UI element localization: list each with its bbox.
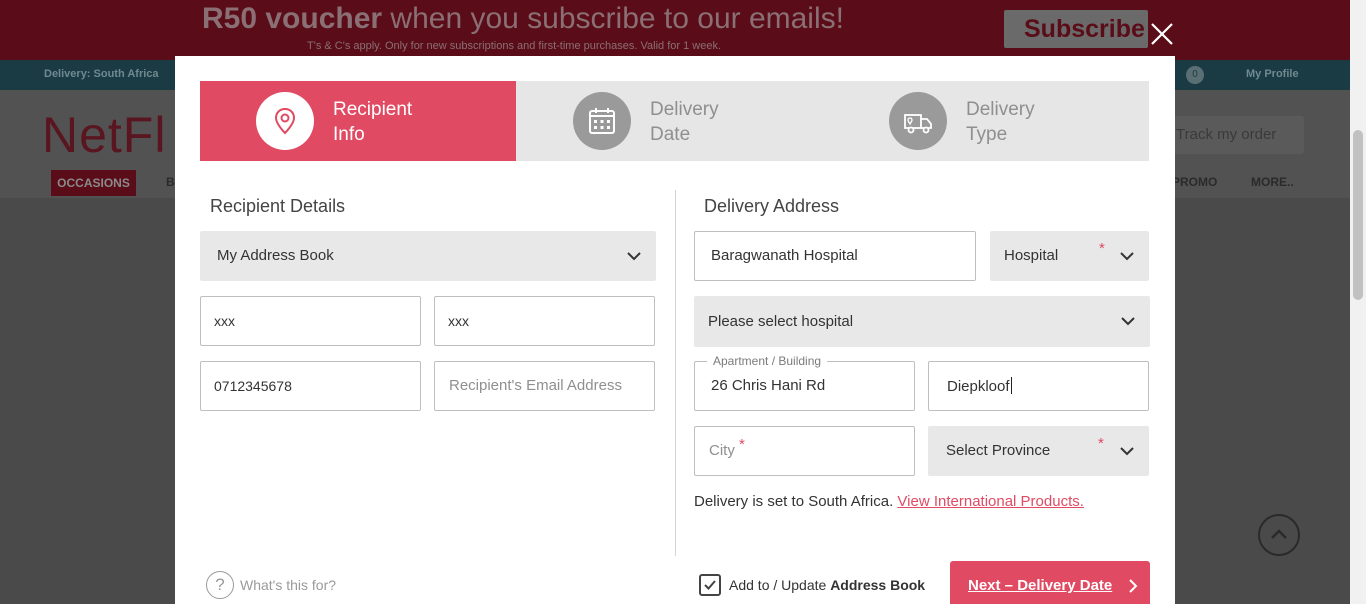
city-input[interactable]: City * (694, 426, 915, 476)
text-cursor (1010, 377, 1012, 394)
delivery-country: Delivery: South Africa (44, 68, 159, 80)
scrollbar-thumb[interactable] (1353, 130, 1363, 300)
chevron-down-icon (1120, 447, 1134, 456)
phone-input[interactable]: 0712345678 (200, 361, 421, 411)
apartment-building-input[interactable]: Apartment / Building 26 Chris Hani Rd (694, 354, 915, 411)
delivery-country-note: Delivery is set to South Africa. View In… (694, 493, 1084, 510)
nav-item-partial: B (166, 175, 175, 189)
nav-promo: PROMO (1172, 175, 1218, 189)
close-modal-button[interactable] (1148, 20, 1176, 48)
nav-more: MORE.. (1251, 175, 1294, 189)
track-order-button: Track my order (1160, 116, 1304, 154)
address-book-select[interactable]: My Address Book (200, 231, 656, 281)
step-label: Delivery Date (650, 99, 719, 145)
delivery-address-title: Delivery Address (704, 196, 840, 216)
step-recipient-info[interactable]: Recipient Info (200, 81, 516, 161)
recipient-details-title: Recipient Details (210, 196, 346, 216)
view-international-products-link[interactable]: View International Products. (897, 493, 1084, 510)
truck-icon (904, 114, 932, 134)
hospital-select[interactable]: Please select hospital (694, 296, 1150, 347)
checkmark-icon (704, 580, 716, 590)
column-divider (675, 190, 676, 556)
chevron-down-icon (1121, 317, 1135, 326)
chevron-down-icon (1120, 252, 1134, 261)
required-marker: * (739, 436, 745, 453)
my-profile-link: My Profile (1246, 68, 1299, 80)
apartment-building-label: Apartment / Building (707, 354, 828, 368)
email-input[interactable]: Recipient's Email Address (434, 361, 655, 411)
recipient-modal: Recipient Info Delivery Date Delivery Ty… (175, 56, 1175, 604)
scroll-to-top-button (1258, 514, 1300, 556)
calendar-icon (589, 108, 615, 134)
chevron-right-icon (1129, 579, 1138, 593)
suburb-input[interactable]: Diepkloof (928, 361, 1149, 411)
first-name-input[interactable]: xxx (200, 296, 421, 346)
place-type-select[interactable]: Hospital * (990, 231, 1149, 281)
subscribe-button: Subscribe (1004, 10, 1148, 48)
question-mark-icon: ? (206, 571, 234, 599)
site-logo: NetFl (42, 107, 167, 163)
required-marker: * (1099, 240, 1105, 257)
last-name-input[interactable]: xxx (434, 296, 655, 346)
step-indicator: Recipient Info Delivery Date Delivery Ty… (200, 81, 1149, 161)
page-scrollbar[interactable] (1350, 0, 1366, 604)
address-book-checkbox-label[interactable]: Add to / Update Address Book (729, 577, 925, 593)
step-label: Recipient Info (333, 99, 413, 145)
step-delivery-type[interactable]: Delivery Type (833, 81, 1149, 161)
step-delivery-date[interactable]: Delivery Date (517, 81, 833, 161)
chevron-up-icon (1271, 529, 1287, 539)
cart-count-badge: 0 (1186, 66, 1204, 84)
step-label: Delivery Type (966, 99, 1035, 145)
place-name-input[interactable]: Baragwanath Hospital (694, 231, 976, 281)
address-book-checkbox[interactable] (699, 574, 721, 596)
chevron-down-icon (627, 252, 641, 261)
promo-subtext: T's & C's apply. Only for new subscripti… (307, 40, 722, 52)
required-marker: * (1098, 435, 1104, 452)
close-icon (1151, 23, 1173, 45)
location-pin-icon (274, 107, 296, 135)
promo-headline: R50 voucher when you subscribe to our em… (202, 2, 844, 35)
nav-occasions: OCCASIONS (51, 170, 136, 196)
next-delivery-date-button[interactable]: Next – Delivery Date (950, 561, 1150, 604)
province-select[interactable]: Select Province * (928, 426, 1149, 476)
